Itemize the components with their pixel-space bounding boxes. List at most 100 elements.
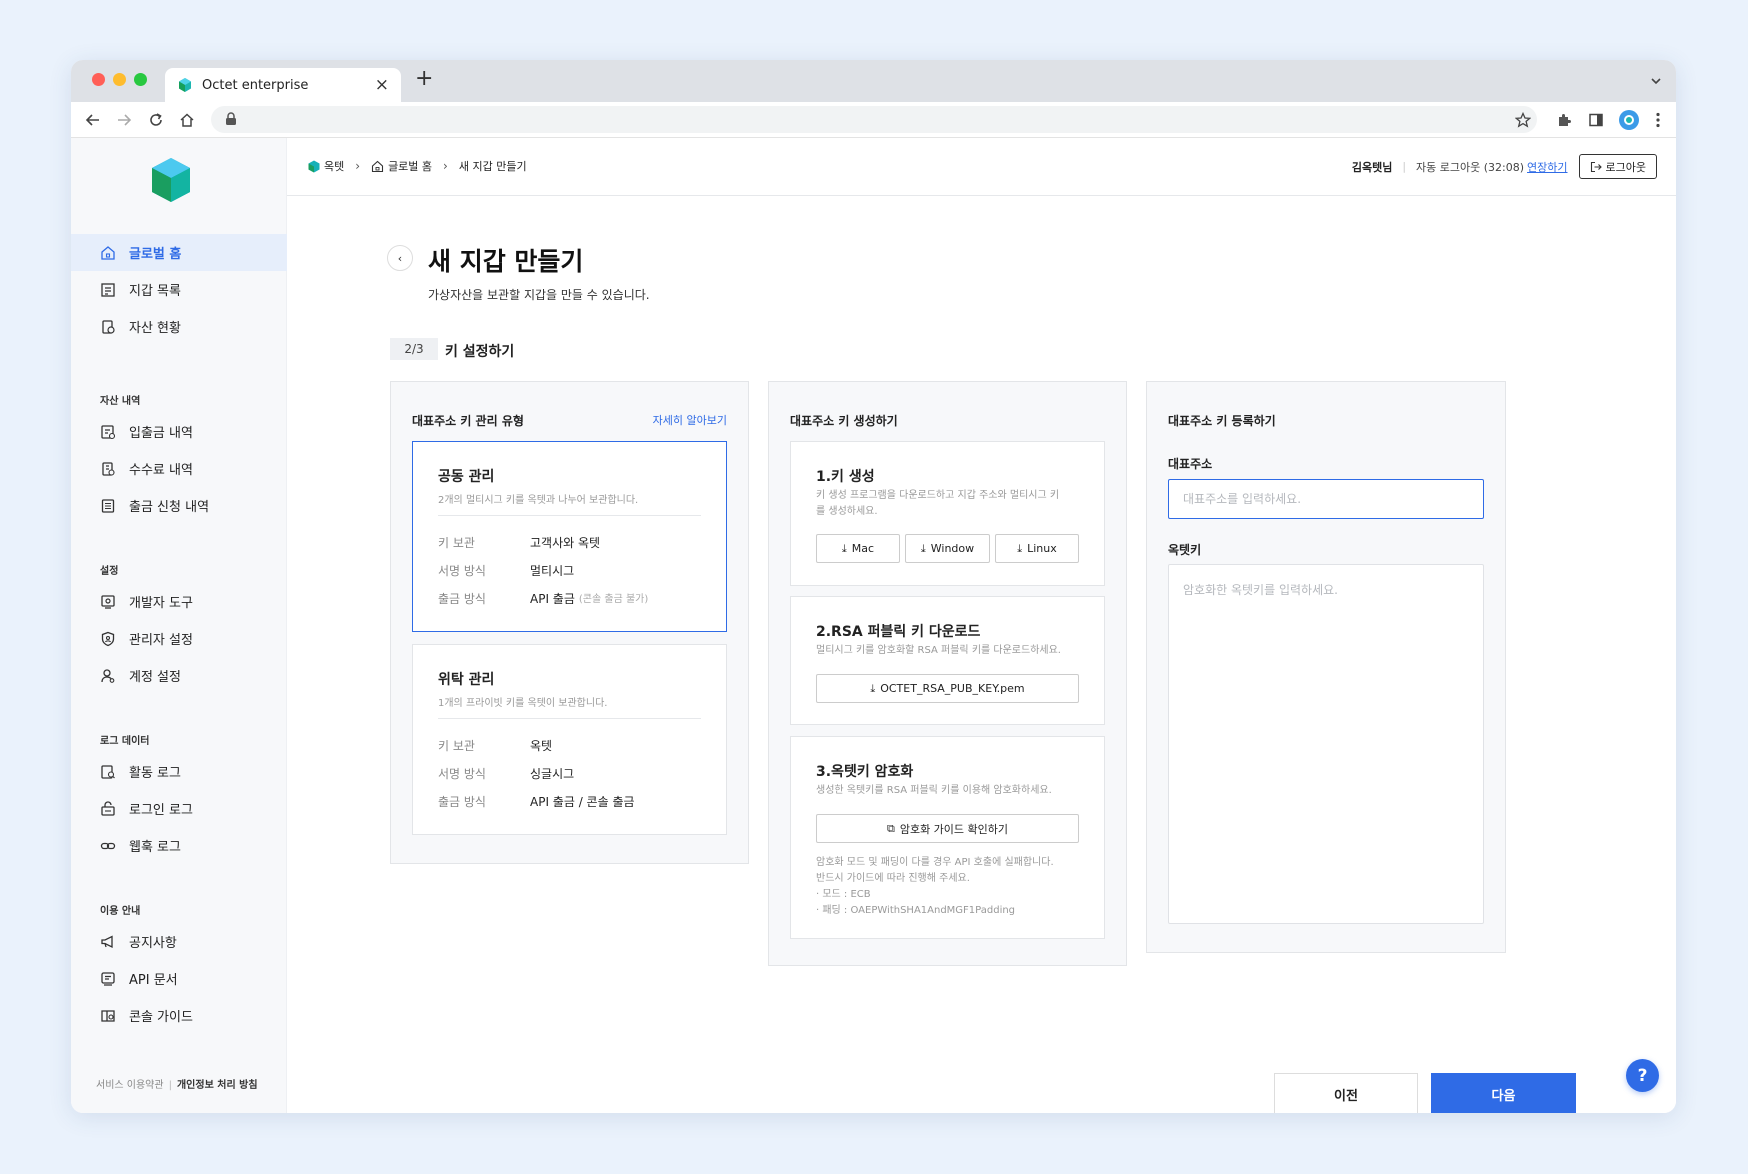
bookmark-star-icon[interactable] [1511,108,1535,132]
close-tab-icon[interactable]: × [375,76,389,94]
key-storage-row: 키 보관 고객사와 옥텟 [438,536,601,550]
terms-link[interactable]: 서비스 이용약관 [96,1080,164,1091]
sidebar-item-activity-log[interactable]: 활동 로그 [71,753,287,790]
sidebar-item-label: 관리자 설정 [129,633,193,648]
sidebar-item-label: 수수료 내역 [129,463,193,478]
request-icon [101,498,115,513]
breadcrumb: 옥텟 › 글로벌 홈 › 새 지갑 만들기 [308,158,527,174]
download-icon: ⤓ [1017,541,1023,555]
download-icon: ⤓ [841,541,847,555]
sidebar-item-webhook-log[interactable]: 웹훅 로그 [71,827,287,864]
sidebar-item-wallet-list[interactable]: 지갑 목록 [71,271,287,308]
next-button[interactable]: 다음 [1431,1073,1576,1113]
previous-button[interactable]: 이전 [1274,1073,1418,1113]
external-link-icon: ⧉ [886,821,895,835]
encryption-note-1: 암호화 모드 및 패딩이 다를 경우 API 호출에 실패합니다. [816,857,1054,868]
sidebar-footer: 서비스 이용약관 | 개인정보 처리 방침 [96,1076,258,1091]
download-mac-button[interactable]: ⤓ Mac [816,534,900,563]
octet-key-textarea[interactable] [1168,564,1484,924]
home-browser-icon[interactable] [175,108,199,132]
home-icon [372,160,384,172]
sidebar-item-label: 개발자 도구 [129,596,193,611]
help-button[interactable]: ? [1626,1059,1659,1092]
logout-label: 로그아웃 [1605,160,1646,174]
extend-session-link[interactable]: 연장하기 [1527,159,1567,175]
logout-button[interactable]: 로그아웃 [1578,154,1657,179]
browser-window: Octet enterprise × + 글로벌 홈 지갑 목록 자산 현황 자… [71,60,1676,1113]
reload-icon[interactable] [144,108,168,132]
close-window-button[interactable] [92,73,105,86]
browser-menu-icon[interactable] [1646,108,1670,132]
login-icon [101,800,115,816]
maximize-window-button[interactable] [134,73,147,86]
sidebar-item-api-docs[interactable]: API 문서 [71,960,287,997]
learn-more-link[interactable]: 자세히 알아보기 [653,412,727,428]
new-tab-icon[interactable]: + [415,68,433,90]
tab-title: Octet enterprise [202,77,309,93]
side-panel-icon[interactable] [1584,108,1608,132]
lock-icon [226,112,236,125]
sidebar-item-transfer-history[interactable]: 입출금 내역 [71,413,287,450]
encryption-guide-button[interactable]: ⧉ 암호화 가이드 확인하기 [816,814,1079,843]
profile-avatar-icon[interactable] [1617,108,1641,132]
custodial-management-card[interactable]: 위탁 관리 1개의 프라이빗 키를 옥텟이 보관합니다. 키 보관 옥텟 서명 방… [412,644,727,835]
footer-separator: | [168,1080,172,1091]
sidebar-item-fee-history[interactable]: 수수료 내역 [71,450,287,487]
sidebar: 글로벌 홈 지갑 목록 자산 현황 자산 내역 입출금 내역 수수료 내역 출금… [71,138,287,1113]
octet-key-encrypt-card: 3.옥텟키 암호화 생성한 옥텟키를 RSA 퍼블릭 키를 이용해 암호화하세요… [790,736,1105,939]
back-button[interactable]: ‹ [387,245,413,271]
forward-arrow-icon[interactable] [112,108,136,132]
download-linux-button[interactable]: ⤓ Linux [995,534,1079,563]
octet-logo-icon[interactable] [149,156,193,204]
octet-favicon-icon [179,78,191,92]
encryption-padding: · 패딩 : OAEPWithSHA1AndMGF1Padding [816,905,1016,916]
card-description-line1: 키 생성 프로그램을 다운로드하고 지갑 주소와 멀티시그 키 [816,490,1060,501]
sidebar-section-title: 설정 [100,566,119,577]
card-title: 공동 관리 [438,469,495,485]
sidebar-item-account-settings[interactable]: 계정 설정 [71,657,287,694]
window-controls [92,73,147,86]
sidebar-section-title: 이용 안내 [100,906,141,917]
key-generate-card: 1.키 생성 키 생성 프로그램을 다운로드하고 지갑 주소와 멀티시그 키 를… [790,441,1105,586]
sidebar-item-login-log[interactable]: 로그인 로그 [71,790,287,827]
breadcrumb-item-global-home[interactable]: 글로벌 홈 [388,158,432,174]
address-bar[interactable] [211,106,1537,133]
sidebar-item-admin-settings[interactable]: 관리자 설정 [71,620,287,657]
megaphone-icon [101,934,113,948]
sidebar-item-label: 지갑 목록 [129,284,181,299]
sidebar-item-label: 자산 현황 [129,321,181,336]
sidebar-item-label: 콘솔 가이드 [129,1010,193,1025]
sidebar-item-notice[interactable]: 공지사항 [71,923,287,960]
octet-small-logo-icon [308,160,320,172]
octet-key-label: 옥텟키 [1168,543,1202,557]
chevron-right-icon: › [443,159,448,173]
sidebar-item-asset-status[interactable]: 자산 현황 [71,308,287,345]
sidebar-item-label: 활동 로그 [129,766,181,781]
page-title: 새 지갑 만들기 [428,247,584,276]
sidebar-item-label: 출금 신청 내역 [129,500,210,515]
activity-icon [101,764,115,779]
rsa-download-row: ⤓ OCTET_RSA_PUB_KEY.pem [816,674,1079,703]
auto-logout-timer: 자동 로그아웃 (32:08) [1416,160,1525,174]
extensions-puzzle-icon[interactable] [1552,108,1576,132]
joint-management-card[interactable]: 공동 관리 2개의 멀티시그 키를 옥텟과 나누어 보관합니다. 키 보관 고객사… [412,441,727,632]
download-window-button[interactable]: ⤓ Window [905,534,990,563]
download-rsa-key-button[interactable]: ⤓ OCTET_RSA_PUB_KEY.pem [816,674,1079,703]
sidebar-item-withdraw-request-history[interactable]: 출금 신청 내역 [71,487,287,524]
minimize-window-button[interactable] [113,73,126,86]
privacy-link[interactable]: 개인정보 처리 방침 [177,1080,258,1091]
tab-bar: Octet enterprise × + [71,60,1676,102]
download-buttons: ⤓ Mac ⤓ Window ⤓ Linux [816,534,1079,563]
key-storage-row: 키 보관 옥텟 [438,739,553,753]
sidebar-item-console-guide[interactable]: 콘솔 가이드 [71,997,287,1034]
sidebar-item-global-home[interactable]: 글로벌 홈 [71,234,287,271]
sidebar-item-developer-tools[interactable]: 개발자 도구 [71,583,287,620]
signature-method-row: 서명 방식 싱글시그 [438,767,575,781]
tab-search-chevron-icon[interactable] [1650,72,1662,91]
card-title: 1.키 생성 [816,469,875,485]
breadcrumb-item-octet[interactable]: 옥텟 [324,158,344,174]
chevron-right-icon: › [355,159,361,173]
address-input[interactable] [1168,479,1484,519]
back-arrow-icon[interactable] [81,108,105,132]
browser-tab[interactable]: Octet enterprise × [165,68,401,102]
